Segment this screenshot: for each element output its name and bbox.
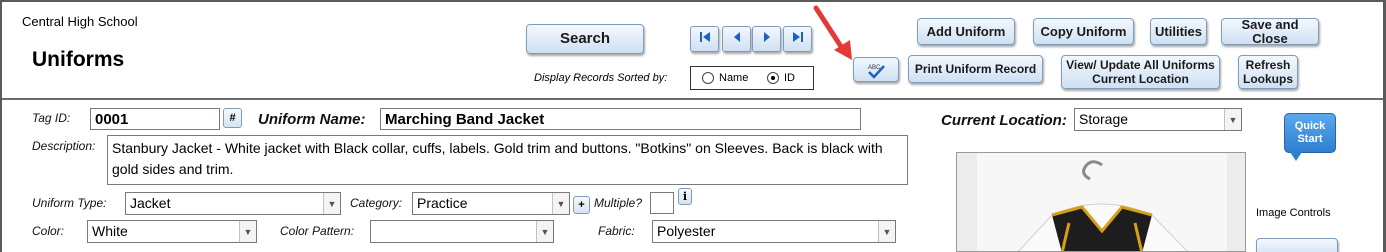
sort-name-radio[interactable] <box>702 72 714 84</box>
sort-option-group: Name ID <box>690 66 814 90</box>
next-record-button[interactable] <box>752 26 781 52</box>
quick-start-callout-tail <box>1290 152 1302 161</box>
color-select[interactable]: White ▼ <box>87 220 257 243</box>
sort-label: Display Records Sorted by: <box>534 72 668 84</box>
last-record-button[interactable] <box>783 26 812 52</box>
fabric-value: Polyester <box>657 223 716 239</box>
current-location-select[interactable]: Storage ▼ <box>1074 108 1242 131</box>
search-button[interactable]: Search <box>526 24 644 54</box>
sort-id-radio[interactable] <box>767 72 779 84</box>
uniform-type-value: Jacket <box>130 195 171 211</box>
multiple-field[interactable] <box>650 192 674 214</box>
fabric-label: Fabric: <box>598 224 635 238</box>
color-pattern-label: Color Pattern: <box>280 224 355 238</box>
uniform-name-label: Uniform Name: <box>258 111 366 128</box>
sort-name-label: Name <box>719 72 749 84</box>
fabric-select[interactable]: Polyester ▼ <box>652 220 896 243</box>
multiple-label: Multiple? <box>594 196 643 210</box>
next-icon <box>761 30 773 48</box>
page-title: Uniforms <box>32 48 125 71</box>
quick-start-button[interactable]: Quick Start <box>1284 113 1336 153</box>
previous-icon <box>731 30 743 48</box>
current-location-value: Storage <box>1079 111 1129 127</box>
form-header: Central High School Uniforms Search Disp… <box>2 2 1383 100</box>
chevron-down-icon[interactable]: ▼ <box>878 221 895 242</box>
chevron-down-icon[interactable]: ▼ <box>552 193 569 214</box>
category-value: Practice <box>417 195 468 211</box>
school-name: Central High School <box>22 14 138 29</box>
image-controls-label: Image Controls <box>1256 207 1331 219</box>
previous-record-button[interactable] <box>722 26 751 52</box>
chevron-down-icon[interactable]: ▼ <box>323 193 340 214</box>
add-uniform-button[interactable]: Add Uniform <box>917 18 1015 45</box>
tag-id-field[interactable]: 0001 <box>90 108 220 130</box>
uniform-type-label: Uniform Type: <box>32 196 107 210</box>
spell-check-button[interactable]: ABC <box>853 57 899 82</box>
annotation-arrow-icon <box>810 4 856 67</box>
category-label: Category: <box>350 196 403 210</box>
print-uniform-record-button[interactable]: Print Uniform Record <box>908 55 1043 83</box>
utilities-button[interactable]: Utilities <box>1150 18 1207 45</box>
info-icon[interactable]: i <box>678 188 692 205</box>
load-photo-button[interactable] <box>1256 238 1338 252</box>
uniform-photo <box>956 152 1246 252</box>
tag-id-lookup-button[interactable]: # <box>223 108 242 128</box>
add-category-button[interactable]: + <box>573 196 590 214</box>
description-field[interactable]: Stanbury Jacket - White jacket with Blac… <box>107 135 908 185</box>
first-record-icon <box>699 30 711 48</box>
first-record-button[interactable] <box>690 26 719 52</box>
uniform-type-select[interactable]: Jacket ▼ <box>125 192 341 215</box>
color-value: White <box>92 223 128 239</box>
spell-check-icon: ABC <box>863 61 889 79</box>
view-update-locations-button[interactable]: View/ Update All Uniforms Current Locati… <box>1061 55 1220 89</box>
color-label: Color: <box>32 224 65 238</box>
chevron-down-icon[interactable]: ▼ <box>536 221 553 242</box>
chevron-down-icon[interactable]: ▼ <box>239 221 256 242</box>
uniform-name-field[interactable]: Marching Band Jacket <box>380 108 861 130</box>
chevron-down-icon[interactable]: ▼ <box>1224 109 1241 130</box>
current-location-label: Current Location: <box>941 112 1067 129</box>
tag-id-label: Tag ID: <box>32 111 71 125</box>
last-record-icon <box>792 30 804 48</box>
sort-id-label: ID <box>784 72 795 84</box>
save-and-close-button[interactable]: Save and Close <box>1221 17 1319 45</box>
category-select[interactable]: Practice ▼ <box>412 192 570 215</box>
form-detail: Tag ID: 0001 # Uniform Name: Marching Ba… <box>2 102 1383 252</box>
refresh-lookups-button[interactable]: Refresh Lookups <box>1238 55 1298 89</box>
color-pattern-select[interactable]: ▼ <box>370 220 554 243</box>
copy-uniform-button[interactable]: Copy Uniform <box>1033 18 1134 45</box>
description-label: Description: <box>32 139 96 153</box>
